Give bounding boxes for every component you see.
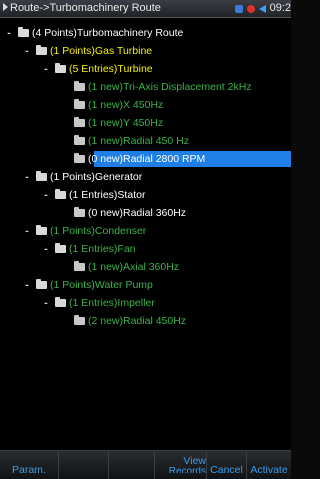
clock: 09:2	[269, 2, 291, 14]
collapse-icon[interactable]: -	[23, 42, 31, 60]
tree-item-label: (1 new)X 450Hz	[88, 99, 164, 111]
view-records-button[interactable]: View Records	[154, 451, 206, 479]
tree-item-label: (1 Entries)Fan	[69, 243, 136, 255]
menu-triangle-icon[interactable]	[3, 3, 8, 11]
tree-item[interactable]: - (1 Entries)Fan	[0, 240, 291, 258]
cancel-button[interactable]: Cancel	[206, 451, 246, 479]
tree-item-label: (1 Points)Condenser	[50, 225, 147, 237]
folder-icon	[36, 225, 47, 235]
title-text: Route->Turbomachinery Route	[10, 2, 161, 14]
device-screen: Route->Turbomachinery Route 09:2 - (4 Poi…	[0, 0, 291, 479]
folder-icon	[36, 279, 47, 289]
softkey-bar: Param. View Records Cancel Activate	[0, 450, 291, 479]
folder-icon	[74, 261, 85, 271]
tree-item-label: (4 Points)Turbomachinery Route	[32, 27, 184, 39]
folder-icon	[55, 189, 66, 199]
tree-item[interactable]: (1 new)Tri-Axis Displacement 2kHz	[0, 78, 291, 96]
tree-item-label: (1 new)Y 450Hz	[88, 117, 164, 129]
softkey-3[interactable]	[108, 451, 154, 479]
tree-item[interactable]: - (1 Points)Condenser	[0, 222, 291, 240]
collapse-icon[interactable]: -	[42, 294, 50, 312]
tree-item[interactable]: - (1 Entries)Stator	[0, 186, 291, 204]
tree-item-label: (1 new)Axial 360Hz	[88, 261, 180, 273]
status-area: 09:2	[234, 0, 291, 17]
collapse-icon[interactable]: -	[23, 168, 31, 186]
folder-icon	[55, 63, 66, 73]
folder-icon	[74, 117, 85, 127]
folder-icon	[74, 153, 85, 163]
tree-item[interactable]: - (1 Points)Generator	[0, 168, 291, 186]
tree-item[interactable]: - (5 Entries)Turbine	[0, 60, 291, 78]
folder-icon	[18, 27, 29, 37]
tree-item-label: (0 new)Radial 2800 RPM	[88, 153, 206, 165]
collapse-icon[interactable]: -	[23, 222, 31, 240]
tree-item-label: (1 Points)Gas Turbine	[50, 45, 153, 57]
folder-icon	[74, 135, 85, 145]
folder-icon	[55, 297, 66, 307]
title-bar: Route->Turbomachinery Route 09:2	[0, 0, 291, 18]
tree-item[interactable]: - (1 Points)Water Pump	[0, 276, 291, 294]
folder-icon	[74, 315, 85, 325]
tree-item[interactable]: (1 new)X 450Hz	[0, 96, 291, 114]
folder-icon	[36, 171, 47, 181]
tree-item[interactable]: (0 new)Radial 2800 RPM	[0, 150, 291, 168]
route-tree[interactable]: - (4 Points)Turbomachinery Route - (1 Point…	[0, 24, 291, 330]
collapse-icon[interactable]: -	[42, 240, 50, 258]
tree-item-label: (1 new)Radial 450 Hz	[88, 135, 189, 147]
tree-item[interactable]: - (1 Entries)Impeller	[0, 294, 291, 312]
folder-icon	[36, 45, 47, 55]
tree-item-label: (1 Entries)Stator	[69, 189, 146, 201]
softkey-2[interactable]	[58, 451, 108, 479]
tree-item[interactable]: (2 new)Radial 450Hz	[0, 312, 291, 330]
tree-item[interactable]: - (1 Points)Gas Turbine	[0, 42, 291, 60]
tree-item-label: (1 new)Tri-Axis Displacement 2kHz	[88, 81, 252, 93]
activate-button[interactable]: Activate	[246, 451, 291, 479]
folder-icon	[55, 243, 66, 253]
collapse-icon[interactable]: -	[42, 186, 50, 204]
tree-item-label: (5 Entries)Turbine	[69, 63, 153, 75]
network-icon	[234, 4, 243, 13]
collapse-icon[interactable]: -	[23, 276, 31, 294]
tree-item[interactable]: (1 new)Axial 360Hz	[0, 258, 291, 276]
tree-item[interactable]: (0 new)Radial 360Hz	[0, 204, 291, 222]
tree-item[interactable]: - (4 Points)Turbomachinery Route	[0, 24, 291, 42]
alert-icon	[246, 4, 255, 13]
window-title: Route->Turbomachinery Route	[3, 0, 161, 17]
tree-item-label: (1 Entries)Impeller	[69, 297, 155, 309]
collapse-icon[interactable]: -	[42, 60, 50, 78]
collapse-icon[interactable]: -	[5, 24, 13, 42]
tree-item-label: (2 new)Radial 450Hz	[88, 315, 187, 327]
tree-item-label: (1 Points)Water Pump	[50, 279, 153, 291]
tree-item-label: (0 new)Radial 360Hz	[88, 207, 187, 219]
param-button[interactable]: Param.	[0, 451, 58, 479]
speaker-icon	[258, 4, 266, 13]
folder-icon	[74, 207, 85, 217]
tree-item[interactable]: (1 new)Y 450Hz	[0, 114, 291, 132]
folder-icon	[74, 99, 85, 109]
tree-item-label: (1 Points)Generator	[50, 171, 143, 183]
tree-item[interactable]: (1 new)Radial 450 Hz	[0, 132, 291, 150]
folder-icon	[74, 81, 85, 91]
